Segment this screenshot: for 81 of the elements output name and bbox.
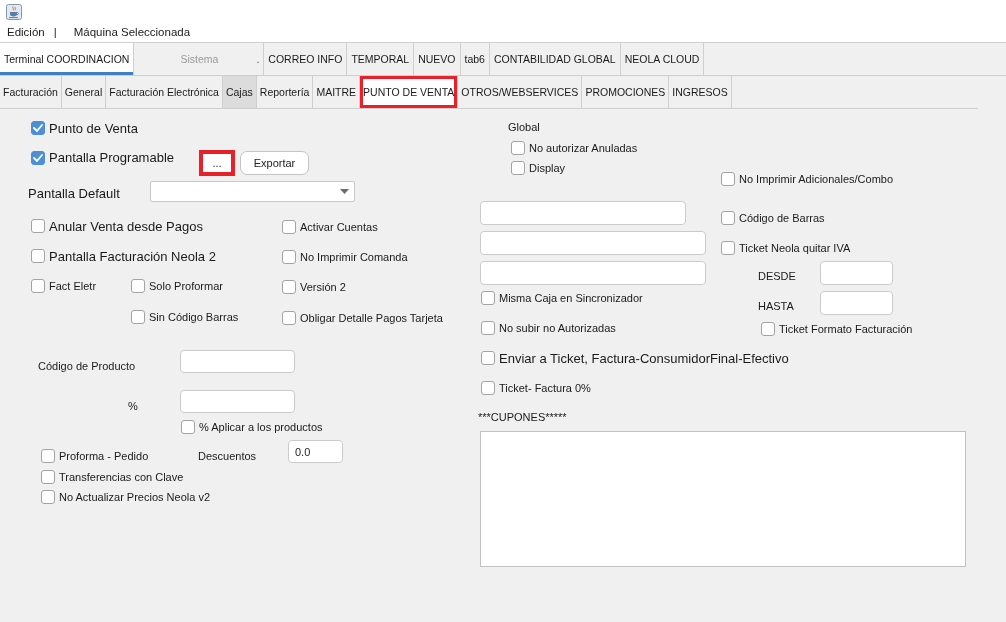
tab[interactable]: PUNTO DE VENTA — [360, 76, 459, 108]
checkmark-icon — [33, 153, 43, 162]
input-field[interactable] — [480, 201, 686, 225]
checkbox[interactable] — [31, 150, 45, 165]
field-label: HASTA — [758, 299, 795, 313]
checkbox[interactable] — [481, 351, 495, 365]
tab[interactable]: OTROS/WEBSERVICES — [458, 76, 583, 108]
checkbox[interactable] — [31, 219, 45, 234]
field-label: DESDE — [758, 269, 797, 283]
checkbox-label: No autorizar Anuladas — [529, 142, 638, 154]
checkbox-label: Pantalla Facturación Neola 2 — [49, 248, 216, 264]
field-label: Descuentos — [198, 449, 258, 463]
checkbox[interactable] — [181, 420, 195, 434]
input-field[interactable] — [820, 261, 893, 285]
checkbox-label: No Imprimir Adicionales/Combo — [739, 173, 894, 185]
input-field[interactable] — [180, 350, 295, 373]
checkbox-label: No Actualizar Precios Neola v2 — [59, 491, 210, 503]
more-button[interactable]: ... — [199, 150, 235, 176]
menu-separator: | — [53, 26, 57, 38]
checkbox[interactable] — [761, 322, 775, 336]
input-field[interactable] — [480, 261, 706, 285]
checkbox-label: Obligar Detalle Pagos Tarjeta — [300, 312, 443, 324]
caret-icon — [340, 189, 349, 194]
checkbox-label: Anular Venta desde Pagos — [49, 218, 203, 234]
checkbox-label: Proforma - Pedido — [59, 450, 149, 462]
group-label: Global — [508, 120, 540, 134]
checkbox[interactable] — [282, 250, 296, 264]
checkbox[interactable] — [282, 220, 296, 234]
input-field[interactable] — [180, 390, 295, 413]
checkbox-label: Activar Cuentas — [300, 221, 378, 233]
checkbox[interactable] — [31, 279, 45, 293]
checkbox-label: No Imprimir Comanda — [300, 251, 408, 263]
field-label: Código de Producto — [38, 359, 137, 373]
checkmark-icon — [33, 124, 43, 132]
checkbox-label: Display — [529, 162, 566, 174]
checkbox-label: Pantalla Programable — [49, 150, 175, 165]
checkbox-label: Código de Barras — [739, 212, 825, 224]
checkbox-label: Ticket Formato Facturación — [779, 323, 913, 335]
checkbox-label: Solo Proformar — [149, 280, 223, 292]
checkbox[interactable] — [481, 321, 495, 335]
input-field[interactable] — [480, 231, 706, 255]
checkbox-label: Misma Caja en Sincronizador — [499, 292, 643, 304]
menu-item[interactable]: Edición — [7, 26, 45, 38]
input-field[interactable]: 0.0 — [288, 440, 343, 463]
field-label: % — [128, 399, 139, 413]
export-button[interactable]: Exportar — [240, 151, 309, 175]
tab[interactable]: Facturación — [0, 76, 62, 108]
dropdown[interactable] — [150, 181, 355, 202]
checkbox[interactable] — [31, 121, 45, 135]
checkbox[interactable] — [481, 381, 495, 395]
checkbox-label: Versión 2 — [300, 281, 346, 293]
section-label: ***CUPONES***** — [478, 410, 567, 424]
checkbox[interactable] — [41, 470, 55, 484]
checkbox-label: Ticket Neola quitar IVA — [739, 242, 851, 254]
checkbox-label: % Aplicar a los productos — [199, 421, 323, 433]
input-field[interactable] — [820, 291, 893, 315]
tab[interactable]: Terminal COORDINACION — [0, 43, 135, 75]
field-label: Pantalla Default — [28, 184, 121, 201]
checkbox-label: Enviar a Ticket, Factura-ConsumidorFinal-Efectivo — [499, 350, 789, 366]
checkbox[interactable] — [31, 249, 45, 264]
checkbox[interactable] — [511, 161, 525, 175]
checkbox[interactable] — [282, 311, 296, 325]
checkbox-label: No subir no Autorizadas — [499, 322, 616, 334]
checkbox[interactable] — [282, 280, 296, 294]
checkbox-label: Transferencias con Clave — [59, 471, 184, 483]
checkbox[interactable] — [721, 211, 735, 225]
checkbox[interactable] — [41, 449, 55, 463]
checkbox-label: Fact Eletr — [49, 280, 97, 292]
checkbox[interactable] — [511, 141, 525, 155]
menu-item[interactable]: Máquina Seleccionada — [73, 26, 191, 38]
checkbox-label: Punto de Venta — [49, 120, 138, 136]
checkbox[interactable] — [721, 172, 735, 186]
checkbox-label: Ticket- Factura 0% — [499, 382, 591, 394]
checkbox[interactable] — [721, 241, 735, 255]
checkbox[interactable] — [131, 310, 145, 324]
checkbox[interactable] — [41, 490, 55, 504]
checkbox-label: Sin Código Barras — [149, 311, 239, 323]
checkbox[interactable] — [131, 279, 145, 293]
checkbox[interactable] — [481, 291, 495, 305]
tab[interactable]: Cajas — [222, 76, 257, 108]
cup-icon — [6, 4, 22, 20]
